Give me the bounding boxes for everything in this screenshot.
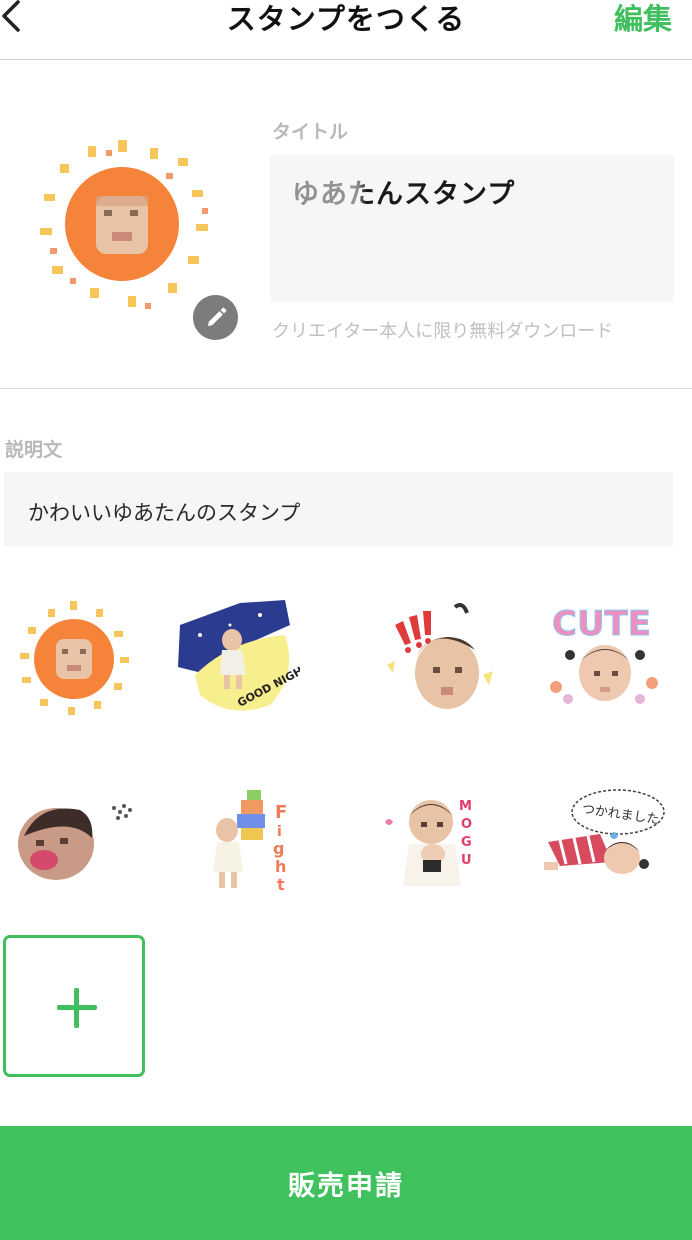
stamp-sun-baby[interactable]	[10, 595, 140, 725]
description-label: 説明文	[5, 439, 63, 461]
stamp-tired-baby[interactable]: つかれました	[540, 782, 670, 912]
title-label: タイトル	[272, 121, 349, 143]
svg-text:t: t	[277, 875, 285, 894]
svg-text:G: G	[461, 835, 472, 850]
stamp-cute-baby[interactable]: CUTE	[540, 595, 670, 725]
pencil-icon[interactable]	[193, 295, 238, 340]
stamp-mogu-baby[interactable]: M O G U	[375, 782, 505, 912]
stamp-sigh-baby[interactable]	[10, 782, 140, 912]
edit-button[interactable]: 編集	[614, 0, 672, 38]
title-note: クリエイター本人に限り無料ダウンロード	[272, 321, 614, 342]
stamp-surprised-baby[interactable]	[375, 595, 505, 725]
svg-text:O: O	[461, 817, 472, 832]
svg-text:g: g	[273, 839, 284, 858]
stamp-fight-baby[interactable]: F i g h t	[175, 782, 305, 912]
svg-text:CUTE: CUTE	[552, 604, 651, 644]
submit-label: 販売申請	[288, 1170, 404, 1202]
page-title: スタンプをつくる	[226, 2, 466, 36]
svg-text:F: F	[275, 802, 287, 823]
svg-text:M: M	[459, 799, 472, 814]
cover-image[interactable]	[30, 138, 215, 313]
header-bar: スタンプをつくる 編集	[0, 0, 692, 60]
description-value: かわいいゆあたんのスタンプ	[28, 501, 301, 525]
add-stamp-button[interactable]	[3, 935, 145, 1077]
stamp-good-night[interactable]: GOOD NIGHT	[170, 595, 300, 725]
title-input[interactable]: ゆあたんスタンプ	[270, 155, 674, 302]
section-divider	[0, 388, 692, 389]
svg-text:h: h	[275, 857, 286, 876]
svg-text:i: i	[277, 824, 282, 840]
svg-text:U: U	[461, 853, 472, 868]
title-blur-overlay	[288, 169, 362, 209]
description-input[interactable]: かわいいゆあたんのスタンプ	[4, 472, 673, 546]
submit-sale-button[interactable]: 販売申請	[0, 1126, 692, 1240]
